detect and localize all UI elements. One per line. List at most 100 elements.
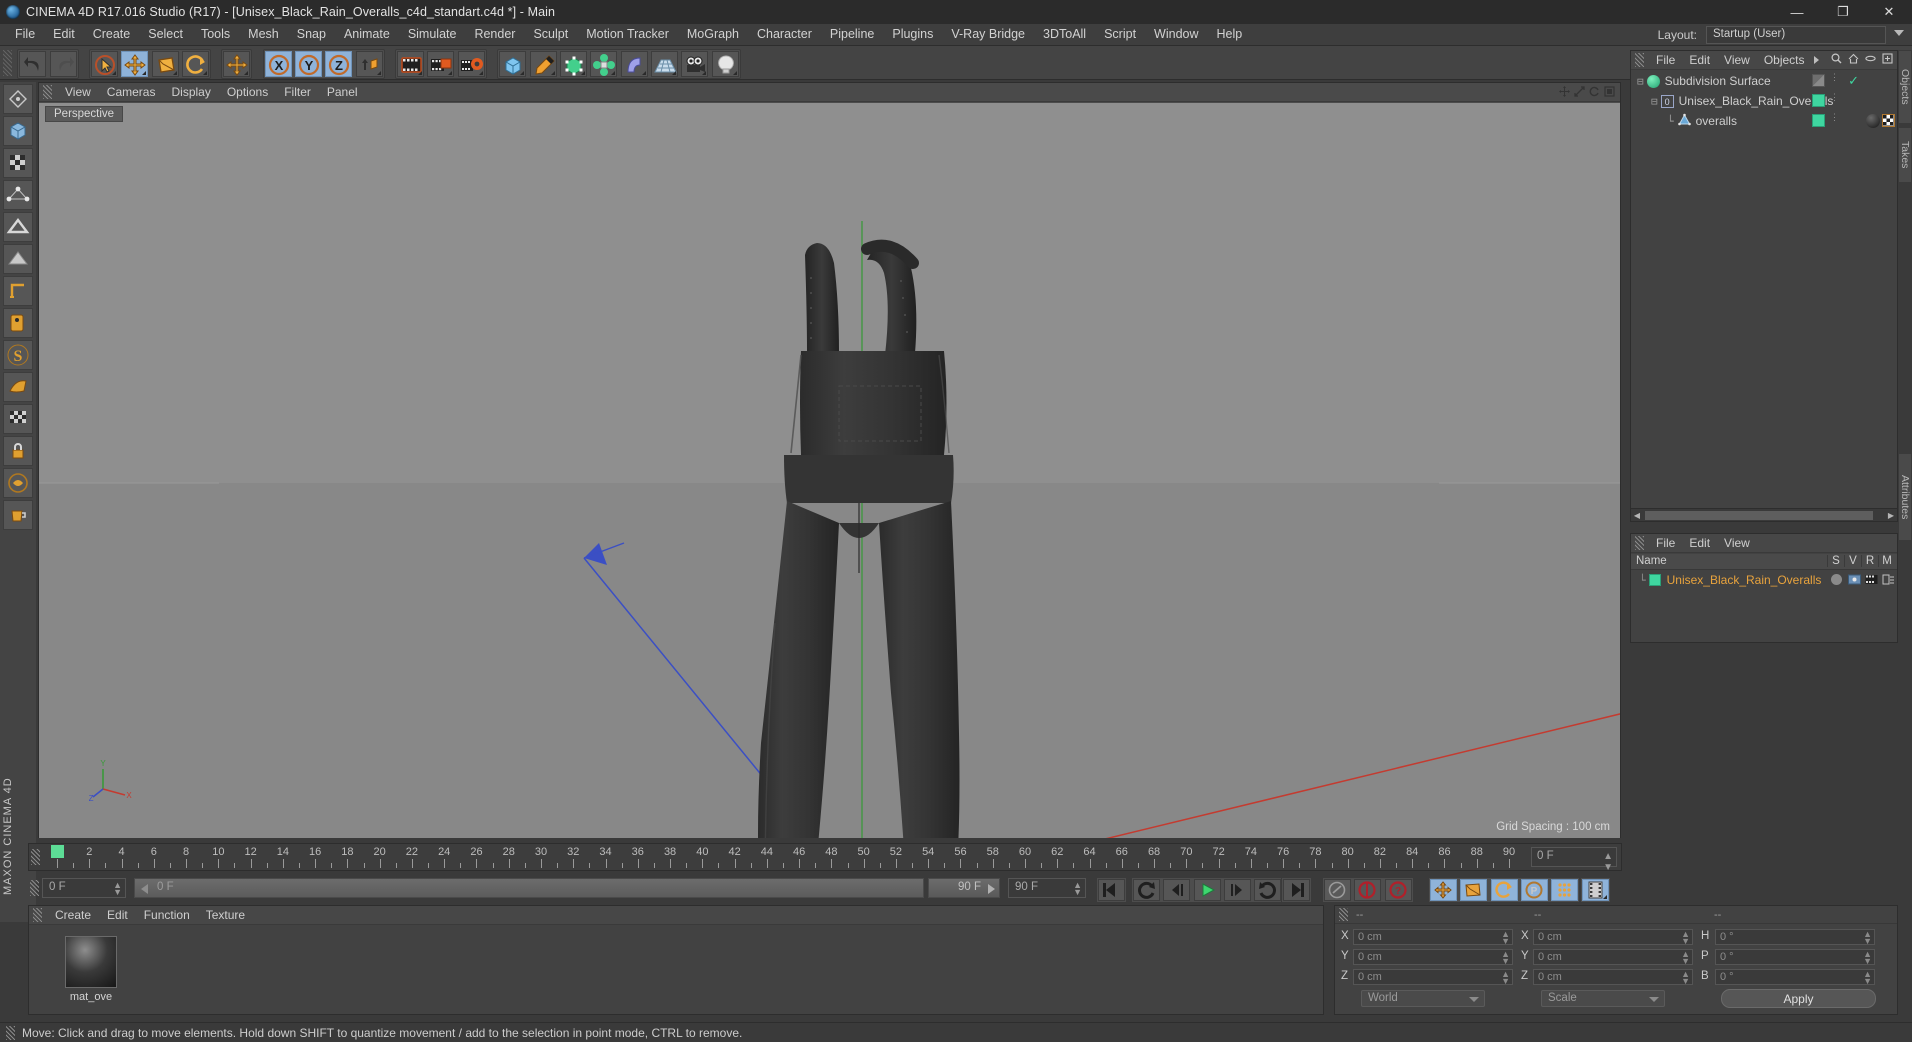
points-mode-icon[interactable]	[3, 180, 33, 210]
spinner-icon[interactable]: ▲ ▼	[1863, 950, 1872, 966]
scale-view-icon[interactable]	[1574, 86, 1585, 97]
menu-item-snap[interactable]: Snap	[288, 24, 335, 45]
record-active-objects-icon[interactable]	[1324, 879, 1351, 901]
rotation-key-icon[interactable]	[1490, 879, 1518, 901]
move-world-icon[interactable]	[223, 51, 251, 77]
pla-key-icon[interactable]	[1551, 879, 1579, 901]
coord-field-size-z[interactable]: 0 cm ▲ ▼	[1533, 969, 1693, 986]
position-key-icon[interactable]	[1430, 879, 1457, 901]
material-row-name[interactable]: Unisex_Black_Rain_Overalls	[1667, 573, 1822, 587]
viewport-solo-icon[interactable]	[3, 308, 33, 338]
om-menu-edit[interactable]: Edit	[1682, 53, 1717, 67]
search-icon[interactable]	[1831, 53, 1842, 67]
coord-field-rot-p[interactable]: 0 ° ▲ ▼	[1715, 949, 1875, 966]
object-tree[interactable]: ⊟ Subdivision Surface ⋮ ✓ ⊟ 0 Unisex_Bla…	[1631, 71, 1897, 501]
home-icon[interactable]	[1848, 53, 1859, 67]
undo-icon[interactable]	[19, 51, 47, 77]
transport-grip[interactable]	[30, 880, 39, 896]
next-frame-icon[interactable]	[1224, 879, 1252, 901]
layout-dropdown[interactable]: Startup (User)	[1706, 26, 1886, 44]
timeline-icon[interactable]	[1582, 879, 1609, 901]
coordinates-grip[interactable]	[1339, 908, 1348, 921]
viewport-menu-view[interactable]: View	[57, 85, 99, 99]
go-to-start-icon[interactable]	[1098, 879, 1125, 901]
expand-toggle-icon[interactable]: ⊟	[1651, 95, 1658, 108]
spinner-icon[interactable]: ▲ ▼	[1603, 851, 1613, 873]
spinner-icon[interactable]: ▲ ▼	[1681, 970, 1690, 986]
object-row-subdivision-surface[interactable]: ⊟ Subdivision Surface ⋮ ✓	[1631, 71, 1897, 91]
render-state-icon[interactable]	[1865, 574, 1878, 588]
object-manager-grip[interactable]	[1635, 53, 1644, 67]
visible-state-icon[interactable]	[1848, 574, 1861, 588]
minimize-button[interactable]: —	[1774, 0, 1820, 24]
selected-state-icon[interactable]	[1831, 574, 1842, 585]
lock-x-icon[interactable]: X	[264, 51, 292, 77]
menu-item-motion-tracker[interactable]: Motion Tracker	[577, 24, 678, 45]
chevron-right-icon[interactable]	[1813, 56, 1819, 64]
move-view-icon[interactable]	[1559, 86, 1570, 97]
enable-snap-icon[interactable]: S	[3, 340, 33, 370]
spinner-icon[interactable]: ▲ ▼	[1681, 930, 1690, 946]
maximize-button[interactable]: ❐	[1820, 0, 1866, 24]
edges-mode-icon[interactable]	[3, 212, 33, 242]
dock-tab-attributes[interactable]: Attributes	[1898, 453, 1912, 541]
python-icon[interactable]	[3, 468, 33, 498]
new-layer-icon[interactable]	[1882, 53, 1893, 67]
prev-frame-icon[interactable]	[1163, 879, 1191, 901]
menu-item-script[interactable]: Script	[1095, 24, 1145, 45]
object-name[interactable]: Unisex_Black_Rain_Overalls	[1679, 94, 1834, 108]
live-selection-icon[interactable]	[91, 51, 119, 77]
uv-lock-icon[interactable]	[3, 436, 33, 466]
mmr-menu-edit[interactable]: Edit	[1682, 536, 1717, 550]
timeline-frame-field[interactable]: 0 F ▲ ▼	[1531, 847, 1617, 873]
spinner-icon[interactable]: ▲ ▼	[1501, 950, 1510, 966]
spinner-icon[interactable]: ▲ ▼	[113, 881, 122, 897]
viewport-grip[interactable]	[43, 85, 52, 99]
object-manager-hscrollbar[interactable]: ◀ ▶	[1631, 508, 1897, 521]
mmr-menu-file[interactable]: File	[1649, 536, 1682, 550]
menu-item-animate[interactable]: Animate	[335, 24, 399, 45]
current-frame-field[interactable]: 0 F ▲ ▼	[42, 878, 126, 898]
polygons-mode-icon[interactable]	[3, 244, 33, 274]
spinner-icon[interactable]: ▲ ▼	[1863, 970, 1872, 986]
coffee-icon[interactable]	[3, 500, 33, 530]
dock-tab-objects[interactable]: Objects	[1898, 50, 1912, 124]
menu-item-create[interactable]: Create	[84, 24, 140, 45]
menu-item-pipeline[interactable]: Pipeline	[821, 24, 883, 45]
material-manager-grip[interactable]	[33, 908, 42, 922]
object-visibility-swatch[interactable]	[1812, 94, 1825, 107]
chevron-down-icon[interactable]	[1469, 997, 1479, 1002]
timeline-playhead[interactable]	[51, 845, 64, 858]
world-object-icon[interactable]	[355, 51, 383, 77]
coord-field-pos-y[interactable]: 0 cm ▲ ▼	[1353, 949, 1513, 966]
rotate-icon[interactable]	[182, 51, 210, 77]
spinner-icon[interactable]: ▲ ▼	[1681, 950, 1690, 966]
object-visibility-swatch[interactable]	[1812, 114, 1825, 127]
scrub-right-arrow-icon[interactable]	[988, 884, 995, 894]
texture-tag-icon[interactable]	[1882, 114, 1895, 127]
mm-menu-function[interactable]: Function	[136, 908, 198, 922]
deformer-icon[interactable]	[620, 51, 648, 77]
render-view-icon[interactable]	[397, 51, 425, 77]
menu-item-file[interactable]: File	[6, 24, 44, 45]
viewport-canvas[interactable]: Perspective Grid Spacing : 100 cm Y X Z	[39, 103, 1620, 838]
menu-item-character[interactable]: Character	[748, 24, 821, 45]
menu-item-render[interactable]: Render	[465, 24, 524, 45]
timeline-ruler[interactable]: 0246810121416182022242628303234363840424…	[28, 843, 1622, 873]
material-swatch[interactable]	[1648, 574, 1661, 586]
viewport-menu-panel[interactable]: Panel	[319, 85, 366, 99]
lock-y-icon[interactable]: Y	[295, 51, 323, 77]
coord-field-rot-b[interactable]: 0 ° ▲ ▼	[1715, 969, 1875, 986]
redo-icon[interactable]	[49, 51, 77, 77]
coord-field-pos-z[interactable]: 0 cm ▲ ▼	[1353, 969, 1513, 986]
viewport-menu-display[interactable]: Display	[163, 85, 218, 99]
menu-item-mograph[interactable]: MoGraph	[678, 24, 748, 45]
scrub-left-arrow-icon[interactable]	[141, 884, 148, 894]
object-enabled-check-icon[interactable]: ✓	[1848, 73, 1859, 89]
viewport-menu-options[interactable]: Options	[219, 85, 276, 99]
coord-field-pos-x[interactable]: 0 cm ▲ ▼	[1353, 929, 1513, 946]
menu-item-sculpt[interactable]: Sculpt	[524, 24, 577, 45]
make-editable-icon[interactable]	[3, 84, 33, 114]
menu-item-edit[interactable]: Edit	[44, 24, 84, 45]
maximize-view-icon[interactable]	[1604, 86, 1615, 97]
